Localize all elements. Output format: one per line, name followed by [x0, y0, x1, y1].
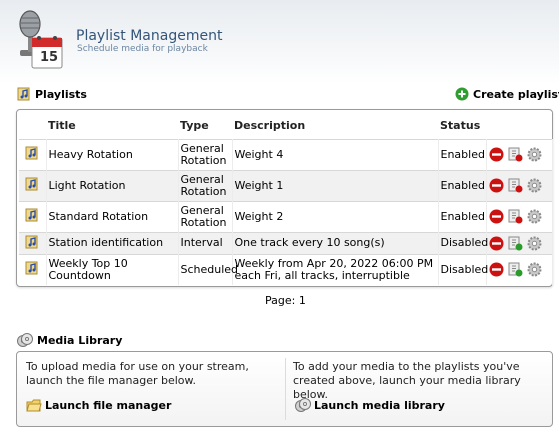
playlist-icon — [25, 208, 38, 222]
microphone-calendar-icon — [19, 10, 63, 69]
page-header: 15 Playlist Management Schedule media fo… — [0, 0, 559, 84]
row-actions — [489, 262, 550, 277]
row-title: Standard Rotation — [46, 200, 179, 232]
remove-icon[interactable] — [489, 236, 504, 251]
remove-icon[interactable] — [489, 147, 504, 162]
column-header-type[interactable]: Type — [178, 112, 232, 139]
row-type: General Rotation — [178, 138, 233, 170]
playlist-icon — [25, 146, 38, 160]
launch-file-manager-label: Launch file manager — [45, 399, 172, 412]
table-header-row: Title Type Description Status — [19, 112, 552, 139]
media-library-panel: To upload media for use on your stream, … — [16, 351, 553, 427]
row-description: Weekly from Apr 20, 2022 06:00 PM each F… — [232, 253, 439, 285]
page-title: Playlist Management — [76, 28, 223, 44]
gear-icon[interactable] — [527, 262, 542, 277]
playlist-icon — [17, 87, 30, 101]
playlists-table: Title Type Description Status Heavy Rota… — [19, 112, 553, 285]
media-library-description: To add your media to the playlists you'v… — [293, 360, 521, 401]
row-actions — [489, 147, 550, 162]
playlist-icon — [25, 261, 38, 275]
discs-icon — [295, 398, 311, 412]
disable-playlist-icon[interactable] — [508, 209, 523, 224]
create-playlist-button[interactable]: Create playlist — [455, 87, 559, 101]
table-row: Heavy Rotation General Rotation Weight 4 En… — [19, 138, 553, 170]
table-row: Station identification Interval One track … — [19, 231, 553, 254]
remove-icon[interactable] — [489, 262, 504, 277]
folder-icon — [26, 399, 42, 412]
row-title: Station identification — [46, 231, 179, 254]
row-actions — [489, 209, 550, 224]
row-status: Enabled — [438, 138, 487, 170]
row-description: Weight 1 — [232, 169, 439, 201]
disable-playlist-icon[interactable] — [508, 178, 523, 193]
row-title: Weekly Top 10 Countdown — [46, 253, 179, 285]
column-header-description[interactable]: Description — [232, 112, 438, 139]
playlist-icon — [25, 177, 38, 191]
row-type: Scheduled — [178, 253, 238, 285]
row-type: Interval — [178, 231, 233, 254]
launch-media-library-label: Launch media library — [314, 398, 445, 412]
gear-icon[interactable] — [527, 147, 542, 162]
row-status: Disabled — [438, 231, 488, 254]
divider — [285, 358, 286, 420]
pagination-label: Page: 1 — [265, 294, 306, 307]
remove-icon[interactable] — [489, 178, 504, 193]
row-description: One track every 10 song(s) — [232, 231, 439, 254]
launch-file-manager-button[interactable]: Launch file manager — [26, 398, 171, 413]
media-library-heading: Media Library — [17, 333, 122, 347]
row-title: Heavy Rotation — [46, 138, 179, 170]
playlists-heading: Playlists — [17, 87, 87, 101]
discs-icon — [17, 333, 33, 347]
table-row: Light Rotation General Rotation Weight 1 En… — [19, 169, 553, 201]
disable-playlist-icon[interactable] — [508, 147, 523, 162]
column-header-title[interactable]: Title — [46, 112, 178, 139]
enable-playlist-icon[interactable] — [508, 262, 523, 277]
row-status: Enabled — [438, 169, 487, 201]
gear-icon[interactable] — [527, 178, 542, 193]
table-row: Weekly Top 10 Countdown Scheduled Weekly f… — [19, 253, 553, 285]
file-manager-description: To upload media for use on your stream, … — [26, 360, 249, 387]
row-type: General Rotation — [178, 169, 233, 201]
row-description: Weight 4 — [232, 138, 439, 170]
row-status: Enabled — [438, 200, 487, 232]
add-icon — [455, 87, 469, 101]
row-actions — [489, 178, 550, 193]
row-title: Light Rotation — [46, 169, 179, 201]
column-header-status[interactable]: Status — [438, 112, 486, 139]
playlists-heading-label: Playlists — [35, 87, 87, 101]
row-description: Weight 2 — [232, 200, 439, 232]
row-actions — [489, 236, 550, 251]
playlists-panel: Title Type Description Status Heavy Rota… — [16, 109, 553, 287]
media-library-heading-label: Media Library — [37, 333, 123, 347]
gear-icon[interactable] — [527, 209, 542, 224]
calendar-day: 15 — [40, 50, 59, 65]
row-status: Disabled — [438, 253, 488, 285]
page-subtitle: Schedule media for playback — [77, 44, 208, 54]
remove-icon[interactable] — [489, 209, 504, 224]
playlist-icon — [25, 235, 38, 248]
row-type: General Rotation — [178, 200, 233, 232]
enable-playlist-icon[interactable] — [508, 236, 523, 251]
table-row: Standard Rotation General Rotation Weight … — [19, 200, 553, 232]
create-playlist-label: Create playlist — [473, 87, 559, 101]
launch-media-library-button[interactable]: Launch media library — [295, 398, 445, 412]
gear-icon[interactable] — [527, 236, 542, 251]
